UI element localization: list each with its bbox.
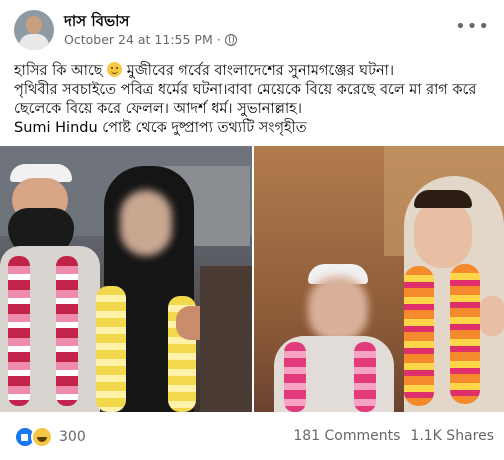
meta-separator: · xyxy=(216,32,221,47)
more-options-icon[interactable]: ••• xyxy=(455,16,490,37)
haha-reaction-icon xyxy=(31,426,53,448)
post-text-line2: পৃথিবীর সবচাইতে পবিত্র ধর্মের ঘটনা।বাবা … xyxy=(14,82,477,117)
avatar[interactable] xyxy=(14,10,54,50)
grinning-emoji-icon xyxy=(107,62,123,77)
globe-icon[interactable] xyxy=(224,33,237,46)
post-text-segment: হাসির কি আছে xyxy=(14,63,108,79)
shares-count[interactable]: 1.1K Shares xyxy=(410,428,494,444)
reaction-count: 300 xyxy=(59,429,86,445)
post-card: দাস বিভাস October 24 at 11:55 PM · ••• হ… xyxy=(0,0,504,460)
post-text: হাসির কি আছে মুজীবের গর্বের বাংলাদেশের স… xyxy=(14,62,492,138)
reaction-summary[interactable]: 300 xyxy=(14,426,86,448)
post-text-line1: হাসির কি আছে মুজীবের গর্বের বাংলাদেশের স… xyxy=(14,62,492,81)
comments-count[interactable]: 181 Comments xyxy=(293,428,400,444)
post-text-segment: মুজীবের গর্বের বাংলাদেশের সুনামগঞ্জের ঘট… xyxy=(122,63,395,79)
photo-right[interactable] xyxy=(252,146,504,412)
post-header: দাস বিভাস October 24 at 11:55 PM · ••• xyxy=(14,10,494,54)
post-meta: October 24 at 11:55 PM · xyxy=(64,32,237,47)
timestamp[interactable]: October 24 at 11:55 PM xyxy=(64,32,213,47)
post-photos xyxy=(0,146,504,412)
photo-left[interactable] xyxy=(0,146,252,412)
post-footer: 300 181 Comments 1.1K Shares xyxy=(14,420,494,452)
post-text-line3: Sumi Hindu পোষ্ট থেকে দুষ্প্রাপ্য তথ্যটি… xyxy=(14,120,307,136)
post-stats: 181 Comments 1.1K Shares xyxy=(293,428,494,444)
